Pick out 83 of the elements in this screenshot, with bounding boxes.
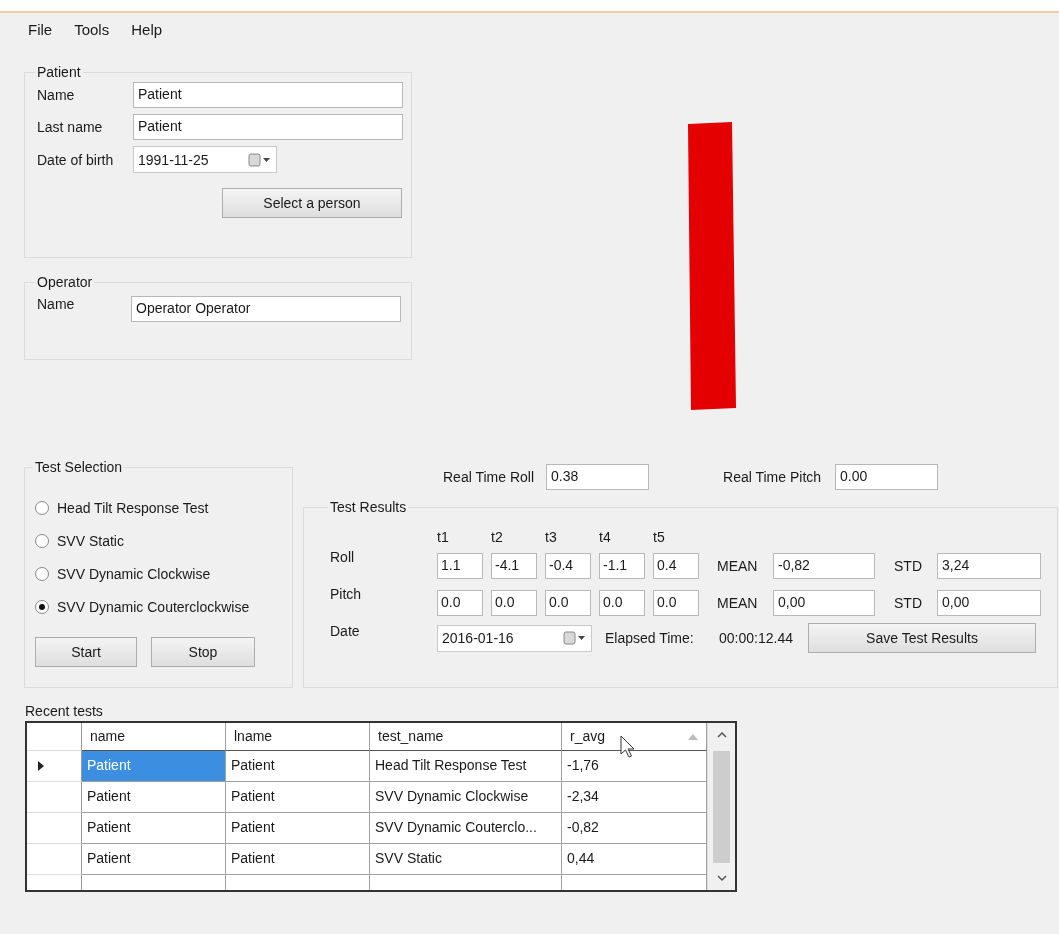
field-label: Last name <box>37 119 104 135</box>
field-label: Real Time Roll <box>443 469 535 485</box>
group-title: Patient <box>36 64 82 80</box>
scroll-down-icon[interactable] <box>716 875 727 882</box>
table-row[interactable]: Patient Patient Head Tilt Response Test -1,76 <box>27 751 707 782</box>
text-field[interactable]: 0,00 <box>937 589 1041 616</box>
column-label: t1 <box>437 529 450 547</box>
field-label: Name <box>37 296 76 312</box>
mouse-cursor-icon <box>620 735 636 759</box>
table-cell: Patient <box>226 813 370 844</box>
table-cell: Patient <box>226 782 370 813</box>
value-field[interactable]: -4.1 <box>491 552 537 579</box>
table-row[interactable]: Patient Patient SVV Dynamic Couterclo... -0,82 <box>27 813 707 844</box>
current-row-icon <box>37 761 45 771</box>
radio-option[interactable]: SVV Dynamic Clockwise <box>35 557 284 590</box>
field-label: MEAN <box>717 557 759 574</box>
group-title: Operator <box>36 274 94 290</box>
table-cell: Patient <box>82 813 226 844</box>
table-cell: Patient <box>82 844 226 875</box>
menu-item[interactable]: File <box>28 21 53 43</box>
elapsed-time: 00:00:12.44 <box>719 630 794 646</box>
field-label: MEAN <box>717 594 759 611</box>
text-field[interactable]: Patient <box>133 82 403 108</box>
text-field[interactable]: 0.38 <box>546 464 650 490</box>
radio-option[interactable]: Head Tilt Response Test <box>35 491 284 524</box>
action-button[interactable]: Stop <box>151 637 255 667</box>
action-button[interactable]: Start <box>35 637 137 667</box>
row-label: Pitch <box>330 585 363 602</box>
calendar-dropdown-icon[interactable] <box>248 152 272 167</box>
table-cell: SVV Dynamic Couterclo... <box>370 813 562 844</box>
radio-option[interactable]: SVV Static <box>35 524 284 557</box>
table-cell: Patient <box>226 751 370 782</box>
section-title: Recent tests <box>25 703 104 721</box>
value-field[interactable]: -1.1 <box>599 552 645 579</box>
row-label: Roll <box>330 548 356 565</box>
text-field[interactable]: 3,24 <box>937 552 1041 579</box>
menu-item[interactable]: Tools <box>74 21 110 43</box>
radio-option[interactable]: SVV Dynamic Couterclockwise <box>35 590 284 623</box>
table-cell: Patient <box>82 751 226 782</box>
field-label: STD <box>894 594 923 611</box>
save-button[interactable]: Save Test Results <box>808 623 1036 653</box>
text-field[interactable]: Patient <box>133 114 403 140</box>
select-person-button[interactable]: Select a person <box>222 188 402 218</box>
group-title: Test Results <box>329 499 408 515</box>
column-label: t4 <box>599 529 612 547</box>
field-label: Date of birth <box>37 151 115 168</box>
column-label: t5 <box>653 529 666 547</box>
table-cell: SVV Dynamic Clockwise <box>370 782 562 813</box>
field-label: Elapsed Time: <box>605 630 695 646</box>
text-field[interactable]: -0,82 <box>773 552 875 579</box>
field-label: Name <box>37 87 76 103</box>
calendar-dropdown-icon[interactable] <box>563 631 587 645</box>
column-header[interactable]: test_name <box>370 723 562 751</box>
value-field[interactable]: 0.0 <box>545 589 591 616</box>
value-field[interactable]: 0.0 <box>653 589 699 616</box>
field-label: STD <box>894 557 923 574</box>
scroll-up-icon[interactable] <box>716 731 727 738</box>
value-field[interactable]: 0.4 <box>653 552 699 579</box>
text-field[interactable]: 0,00 <box>773 589 875 616</box>
table-cell: SVV Static <box>370 844 562 875</box>
date-picker[interactable]: 1991-11-25 <box>133 146 277 173</box>
scrollbar[interactable] <box>707 723 735 890</box>
column-label: t2 <box>491 529 504 547</box>
table-cell: Patient <box>226 844 370 875</box>
table-row[interactable]: Patient Patient SVV Dynamic Clockwise -2,34 <box>27 782 707 813</box>
group-title: Test Selection <box>34 459 124 475</box>
sort-icon <box>688 734 698 740</box>
value-field[interactable]: 1.1 <box>437 552 483 579</box>
date-picker[interactable]: 2016-01-16 <box>437 624 592 652</box>
row-label: Date <box>330 623 361 639</box>
table-cell: Head Tilt Response Test <box>370 751 562 782</box>
field-label: Real Time Pitch <box>723 469 822 485</box>
value-field[interactable]: -0.4 <box>545 552 591 579</box>
column-header[interactable]: lname <box>226 723 370 751</box>
table-cell: Patient <box>82 782 226 813</box>
column-label: t3 <box>545 529 558 547</box>
value-field[interactable]: 0.0 <box>491 589 537 616</box>
text-field[interactable]: 0.00 <box>835 464 939 490</box>
menu-item[interactable]: Help <box>131 21 163 43</box>
table-row[interactable]: Patient Patient SVV Static 0,44 <box>27 844 707 875</box>
text-field[interactable]: Operator Operator <box>131 296 401 322</box>
value-field[interactable]: 0.0 <box>437 589 483 616</box>
value-field[interactable]: 0.0 <box>599 589 645 616</box>
